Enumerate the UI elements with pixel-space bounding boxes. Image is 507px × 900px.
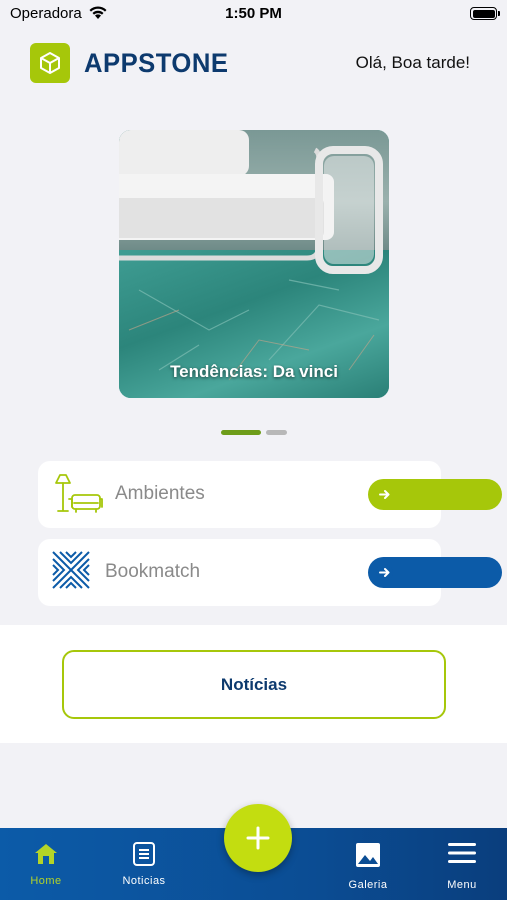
- banner-caption: Tendências: Da vinci: [170, 362, 338, 381]
- bookmatch-label: Bookmatch: [105, 561, 201, 582]
- greeting-text: Olá, Boa tarde!: [355, 53, 470, 72]
- nav-home[interactable]: Home: [1, 828, 91, 900]
- news-icon: [133, 842, 155, 866]
- clock: 1:50 PM: [225, 5, 282, 22]
- bookmatch-pattern-icon: [52, 551, 90, 589]
- brand-name: APPSTONE: [84, 48, 229, 78]
- appstone-logo-icon: [30, 43, 70, 83]
- app-header: APPSTONE Olá, Boa tarde!: [0, 26, 507, 106]
- add-fab-button[interactable]: [224, 804, 292, 872]
- nav-noticias[interactable]: Noticias: [99, 828, 189, 900]
- nav-home-label: Home: [30, 875, 62, 887]
- nav-galeria-label: Galeria: [348, 879, 388, 891]
- hamburger-icon: [448, 843, 476, 863]
- sofa-lamp-icon: [55, 474, 103, 513]
- bookmatch-go-button[interactable]: [368, 557, 502, 588]
- ambientes-go-button[interactable]: [368, 479, 502, 510]
- carousel-dot-active[interactable]: [221, 430, 261, 435]
- home-icon: [35, 844, 57, 864]
- status-bar: Operadora 1:50 PM: [0, 0, 507, 26]
- carousel-indicator: [0, 430, 507, 435]
- battery-icon: [470, 7, 500, 20]
- news-button[interactable]: Notícias: [62, 650, 446, 719]
- featured-banner[interactable]: Tendências: Da vinci: [119, 130, 389, 398]
- nav-noticias-label: Noticias: [122, 875, 166, 887]
- news-section: Notícias: [0, 625, 507, 743]
- nav-menu[interactable]: Menu: [417, 828, 507, 900]
- armchair-illustration: [119, 130, 383, 381]
- nav-galeria[interactable]: Galeria: [323, 828, 413, 900]
- gallery-icon: [356, 843, 380, 867]
- arrow-right-icon: [376, 564, 393, 581]
- nav-menu-label: Menu: [447, 879, 477, 891]
- plus-icon: [246, 826, 270, 850]
- carousel-dot[interactable]: [266, 430, 287, 435]
- arrow-right-icon: [376, 486, 393, 503]
- ambientes-label: Ambientes: [115, 483, 205, 504]
